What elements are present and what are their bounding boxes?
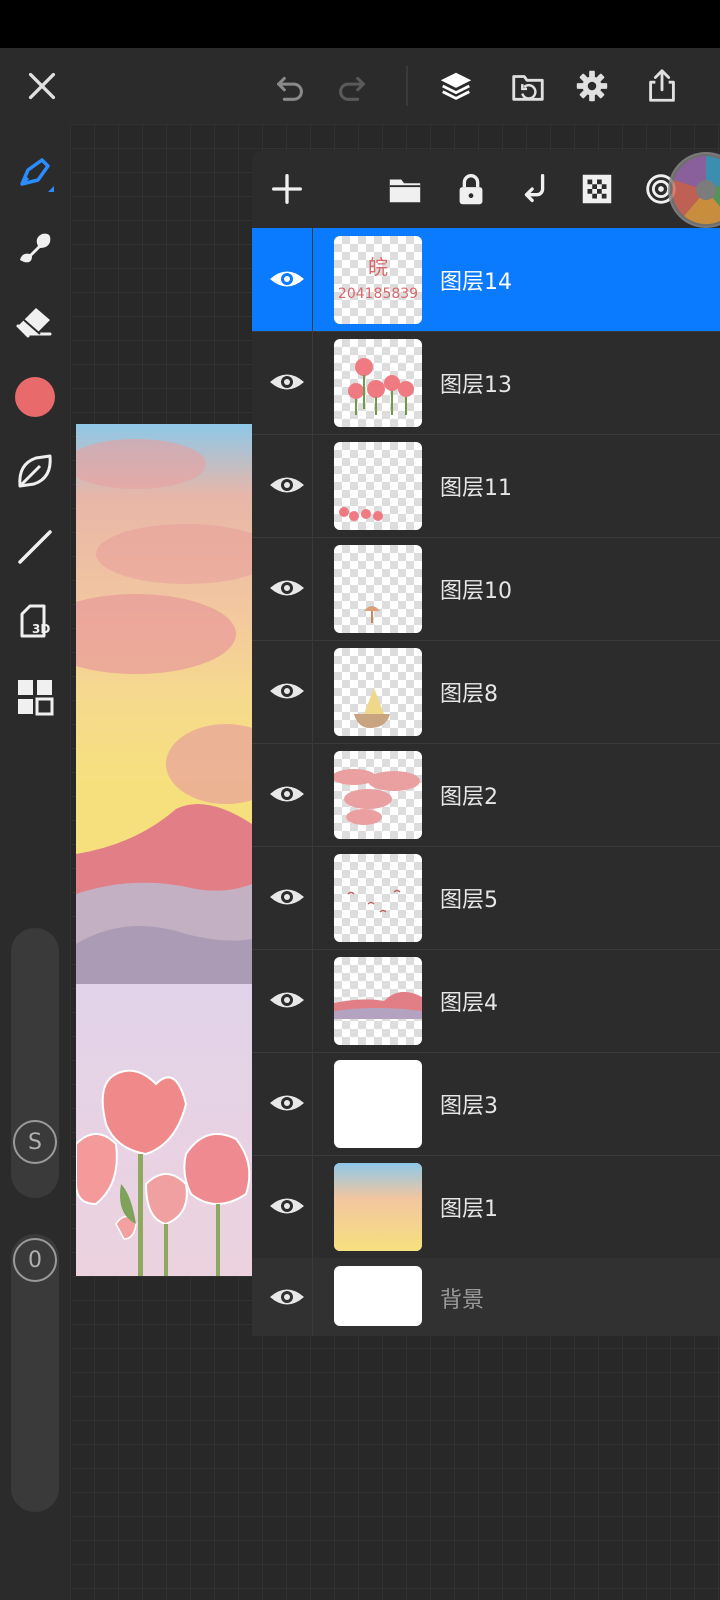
layer-name: 图层5 [440, 888, 498, 913]
layer-row-3[interactable]: 图层3 [252, 1052, 720, 1156]
visibility-eye-icon[interactable] [266, 1185, 308, 1227]
settings-icon[interactable] [568, 62, 616, 110]
layer-row-background[interactable]: 背景 [252, 1258, 720, 1336]
layer-row-2[interactable]: 图层2 [252, 743, 720, 847]
row-divider [312, 434, 313, 537]
visibility-eye-icon[interactable] [266, 1276, 308, 1318]
layer-row-10[interactable]: 图层10 [252, 537, 720, 641]
brush-size-slider[interactable]: S [11, 928, 59, 1198]
visibility-eye-icon[interactable] [266, 361, 308, 403]
shape-tool-icon[interactable] [10, 446, 60, 496]
layer-thumbnail [334, 545, 422, 633]
artwork[interactable] [76, 424, 252, 1276]
layer-row-1[interactable]: 图层1 [252, 1155, 720, 1259]
share-icon[interactable] [638, 62, 686, 110]
opacity-slider[interactable]: 0 [11, 1234, 59, 1512]
brush-tool-icon[interactable] [10, 148, 60, 198]
toolbar-divider [406, 66, 408, 106]
size-slider-knob[interactable]: S [13, 1120, 57, 1164]
layer-name: 图层1 [440, 1197, 498, 1222]
layer-name: 图层3 [440, 1094, 498, 1119]
lock-icon[interactable] [446, 164, 496, 214]
visibility-eye-icon[interactable] [266, 567, 308, 609]
layer-row-13[interactable]: 图层13 [252, 331, 720, 435]
layer-thumbnail [334, 751, 422, 839]
layer-thumbnail [334, 442, 422, 530]
redo-icon[interactable] [328, 62, 376, 110]
layer-thumbnail [334, 648, 422, 736]
import-folder-icon[interactable] [504, 62, 552, 110]
color-swatch[interactable] [10, 372, 60, 422]
row-divider [312, 846, 313, 949]
visibility-eye-icon[interactable] [266, 464, 308, 506]
layers-panel-header [252, 150, 720, 228]
layer-thumbnail [334, 1060, 422, 1148]
layer-name: 图层4 [440, 991, 498, 1016]
layer-name: 图层8 [440, 682, 498, 707]
layer-row-8[interactable]: 图层8 [252, 640, 720, 744]
line-tool-icon[interactable] [10, 522, 60, 572]
svg-text:3D: 3D [32, 622, 50, 636]
row-divider [312, 331, 313, 434]
layer-name: 图层2 [440, 785, 498, 810]
layer-thumbnail: 皖 204185839 [334, 236, 422, 324]
left-toolbar: 3D S 0 [0, 124, 70, 1600]
layer-name: 图层10 [440, 579, 512, 604]
top-toolbar [0, 48, 720, 124]
row-divider [312, 537, 313, 640]
layer-row-14[interactable]: 皖 204185839 图层14 [252, 228, 720, 332]
gallery-tool-icon[interactable] [10, 672, 60, 722]
eraser-tool-icon[interactable] [10, 296, 60, 346]
visibility-eye-icon[interactable] [266, 670, 308, 712]
layers-icon[interactable] [432, 62, 480, 110]
layer-row-5[interactable]: 图层5 [252, 846, 720, 950]
3d-tool-icon[interactable]: 3D [10, 596, 60, 646]
layer-name: 图层11 [440, 476, 512, 501]
row-divider [312, 1052, 313, 1155]
visibility-eye-icon[interactable] [266, 773, 308, 815]
row-divider [312, 1258, 313, 1336]
close-icon[interactable] [18, 62, 66, 110]
row-divider [312, 1155, 313, 1258]
visibility-eye-icon[interactable] [266, 1082, 308, 1124]
row-divider [312, 228, 313, 331]
visibility-eye-icon[interactable] [266, 876, 308, 918]
status-bar [0, 0, 720, 48]
layer-thumbnail [334, 957, 422, 1045]
layer-name: 图层14 [440, 270, 512, 295]
layer-row-11[interactable]: 图层11 [252, 434, 720, 538]
merge-down-icon[interactable] [510, 164, 560, 214]
undo-icon[interactable] [266, 62, 314, 110]
group-folder-icon[interactable] [380, 164, 430, 214]
layers-panel: 皖 204185839 图层14 图层13 图层11 图层10 图层8 图层2 … [252, 150, 720, 1336]
row-divider [312, 743, 313, 846]
layer-name: 图层13 [440, 373, 512, 398]
smudge-tool-icon[interactable] [10, 222, 60, 272]
thumb-text-number: 204185839 [338, 286, 418, 302]
layer-thumbnail [334, 854, 422, 942]
transparency-icon[interactable] [572, 164, 622, 214]
add-layer-icon[interactable] [262, 164, 312, 214]
layer-row-4[interactable]: 图层4 [252, 949, 720, 1053]
visibility-eye-icon[interactable] [266, 258, 308, 300]
layer-name: 背景 [440, 1288, 485, 1313]
layer-thumbnail [334, 1266, 422, 1326]
thumb-text-char: 皖 [368, 255, 388, 279]
layer-thumbnail [334, 339, 422, 427]
visibility-eye-icon[interactable] [266, 979, 308, 1021]
opacity-slider-knob[interactable]: 0 [13, 1238, 57, 1282]
layer-thumbnail [334, 1163, 422, 1251]
row-divider [312, 949, 313, 1052]
row-divider [312, 640, 313, 743]
